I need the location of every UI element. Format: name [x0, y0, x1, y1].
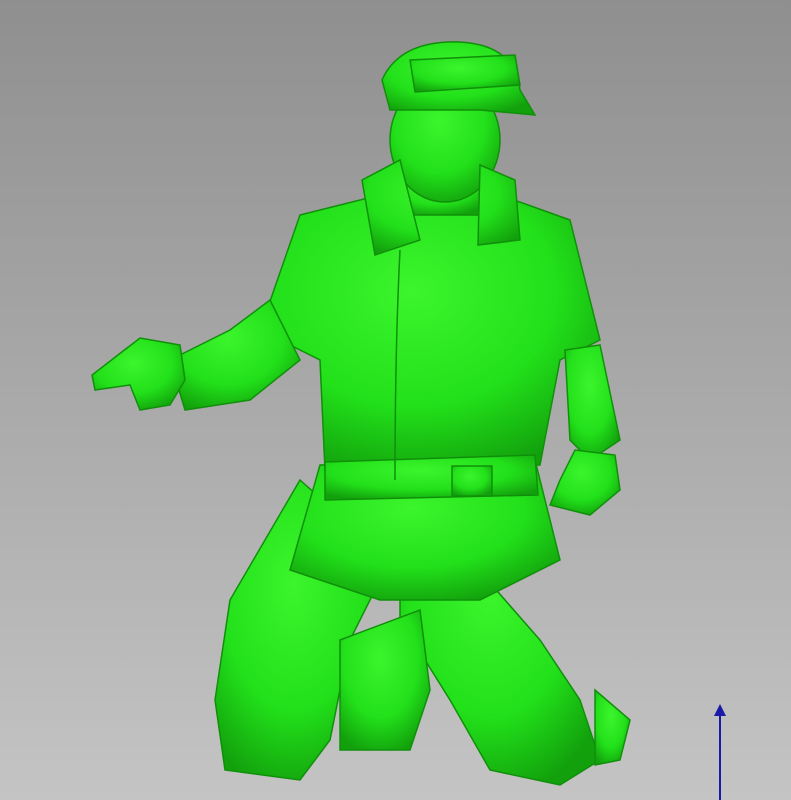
right-arm: [564, 344, 621, 461]
left-hand: [91, 337, 186, 411]
3d-viewport[interactable]: [0, 0, 791, 800]
belt-buckle: [451, 465, 493, 497]
axis-arrow-icon: [714, 704, 726, 716]
axis-indicator: [714, 704, 726, 800]
torso: [259, 194, 601, 471]
right-hand: [548, 449, 621, 516]
belt: [324, 454, 539, 501]
soldier-figure: [91, 41, 631, 786]
goggles: [409, 54, 521, 93]
right-foot: [594, 688, 631, 766]
model-render: [91, 41, 726, 800]
